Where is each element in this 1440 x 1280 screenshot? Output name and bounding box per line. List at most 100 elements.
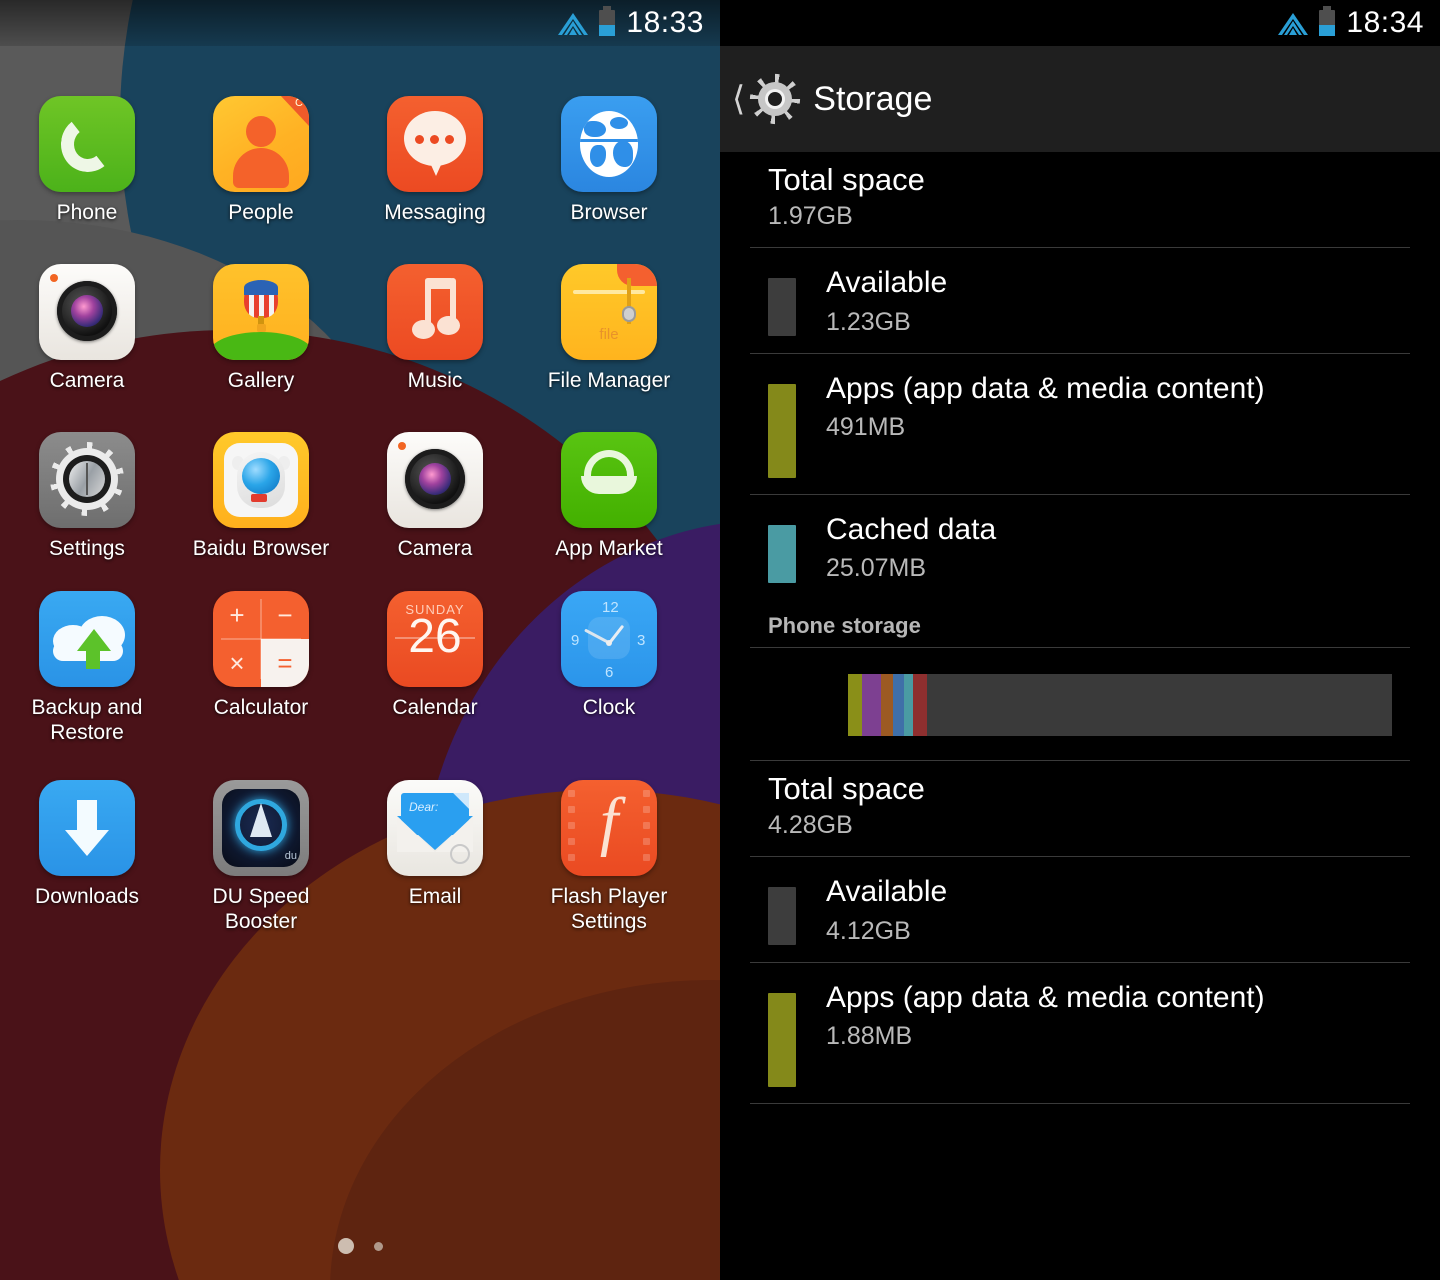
app-baidu-browser[interactable]: Baidu Browser: [174, 431, 348, 562]
app-row: Camera Gallery Music file File Manager: [0, 263, 720, 394]
email-icon: Dear:: [387, 779, 483, 876]
row-label: Available: [826, 875, 948, 908]
clock-mark-3: 3: [637, 632, 646, 650]
page-indicator[interactable]: [0, 1238, 720, 1254]
usage-segment-available: [926, 674, 1392, 736]
dual-screenshot: 18:33 Phone C People Messaging Browser C…: [0, 0, 1440, 1280]
gallery-icon: [213, 263, 309, 360]
app-camera[interactable]: Camera: [0, 263, 174, 394]
phone-storage-row-available[interactable]: Available 4.12GB: [720, 857, 1440, 962]
phone-icon: [39, 96, 135, 192]
color-swatch: [768, 992, 796, 1087]
wifi-icon: [558, 11, 589, 35]
calc-key-times: ×: [229, 647, 245, 678]
app-label: Gallery: [227, 368, 295, 392]
app-label: Backup and Restore: [31, 696, 143, 745]
app-row: Backup and Restore + − × = Calculator SU…: [0, 591, 720, 746]
clock-mark-12: 12: [602, 599, 619, 617]
app-label: Flash Player Settings: [550, 884, 668, 933]
app-email[interactable]: Dear: Email: [348, 779, 522, 935]
app-backup-restore[interactable]: Backup and Restore: [0, 591, 174, 746]
storage-row-cached[interactable]: Cached data 25.07MB: [720, 495, 1440, 600]
camera-icon: [39, 263, 135, 360]
app-flash-player-settings[interactable]: f Flash Player Settings: [522, 779, 696, 935]
color-swatch: [768, 887, 796, 945]
app-label: Downloads: [35, 884, 139, 908]
row-value: 491MB: [826, 413, 906, 441]
app-label: Messaging: [384, 201, 486, 224]
app-label: Phone: [56, 201, 118, 224]
row-value: 25.07MB: [826, 554, 927, 582]
home-status-bar[interactable]: 18:33: [0, 0, 720, 46]
storage-row-available[interactable]: Available 1.23GB: [720, 248, 1440, 353]
storage-settings-screen[interactable]: 18:34 ⟨ Storage Total space 1.97GB Avail…: [720, 0, 1440, 1280]
app-row: Phone C People Messaging Browser: [0, 96, 720, 226]
app-label: Camera: [397, 536, 473, 560]
backup-restore-icon: [39, 591, 135, 688]
flash-player-icon: f: [561, 779, 657, 876]
downloads-icon: [39, 779, 135, 876]
battery-icon: [1319, 6, 1336, 36]
app-calendar[interactable]: SUNDAY 26 Calendar: [348, 591, 522, 746]
usage-bar-wrapper: [720, 648, 1440, 760]
storage-row-apps[interactable]: Apps (app data & media content) 491MB: [720, 354, 1440, 494]
app-people[interactable]: C People: [174, 96, 348, 226]
row-label: Available: [826, 266, 948, 299]
usage-segment-cached: [904, 674, 913, 736]
usage-segment-audio: [880, 674, 893, 736]
usage-segment-pictures-video: [862, 674, 881, 736]
app-settings[interactable]: Settings: [0, 431, 174, 562]
page-dot-inactive[interactable]: [373, 1241, 383, 1251]
divider: [750, 1102, 1410, 1104]
flash-glyph: f: [599, 784, 619, 858]
page-title: Storage: [813, 79, 933, 118]
status-clock: 18:33: [626, 6, 704, 39]
home-screen[interactable]: 18:33 Phone C People Messaging Browser C…: [0, 0, 720, 1280]
app-grid: Phone C People Messaging Browser Camera …: [0, 96, 720, 934]
calculator-icon: + − × =: [213, 591, 309, 688]
app-app-market[interactable]: App Market: [522, 431, 696, 562]
calc-key-equals: =: [261, 639, 309, 688]
storage-list: Total space 1.97GB Available 1.23GB Apps…: [720, 152, 1440, 1104]
page-dot-active[interactable]: [337, 1238, 354, 1254]
row-label: Apps (app data & media content): [826, 371, 1265, 405]
app-music[interactable]: Music: [348, 263, 522, 394]
clock-icon: 12 3 6 9: [561, 591, 657, 688]
calendar-day: 26: [408, 610, 462, 664]
row-value: 1.23GB: [826, 307, 911, 336]
usage-segment-downloads: [892, 674, 904, 736]
camera-icon: [387, 431, 483, 528]
app-messaging[interactable]: Messaging: [348, 96, 522, 226]
row-value: 4.12GB: [826, 916, 911, 945]
clock-mark-6: 6: [605, 664, 614, 682]
messaging-icon: [387, 96, 483, 192]
app-label: DU Speed Booster: [212, 884, 310, 933]
battery-icon: [599, 6, 616, 36]
app-gallery[interactable]: Gallery: [174, 263, 348, 394]
wifi-icon: [1278, 11, 1309, 35]
back-chevron-icon[interactable]: ⟨: [732, 82, 745, 116]
app-file-manager[interactable]: file File Manager: [522, 263, 696, 394]
calendar-icon: SUNDAY 26: [387, 591, 483, 688]
status-icons: 18:33: [558, 6, 704, 39]
app-label: Calculator: [213, 696, 309, 720]
phone-storage-row-apps[interactable]: Apps (app data & media content) 1.88MB: [720, 963, 1440, 1103]
storage-usage-bar: [848, 674, 1392, 736]
file-manager-glyph: file: [599, 325, 619, 343]
people-badge: C: [295, 97, 303, 109]
app-clock[interactable]: 12 3 6 9 Clock: [522, 591, 696, 746]
app-du-speed-booster[interactable]: du DU Speed Booster: [174, 779, 348, 935]
settings-icon: [39, 431, 135, 528]
app-phone[interactable]: Phone: [0, 96, 174, 226]
app-calculator[interactable]: + − × = Calculator: [174, 591, 348, 746]
settings-header[interactable]: ⟨ Storage: [720, 46, 1440, 152]
app-camera-2[interactable]: Camera: [348, 431, 522, 562]
phone-storage-group-label: Phone storage: [768, 613, 921, 638]
app-downloads[interactable]: Downloads: [0, 779, 174, 935]
settings-status-bar[interactable]: 18:34: [720, 0, 1440, 46]
calc-key-minus: −: [277, 599, 293, 630]
color-swatch: [768, 383, 796, 478]
app-label: Email: [408, 884, 462, 908]
row-label: Cached data: [826, 512, 997, 546]
app-browser[interactable]: Browser: [522, 96, 696, 226]
